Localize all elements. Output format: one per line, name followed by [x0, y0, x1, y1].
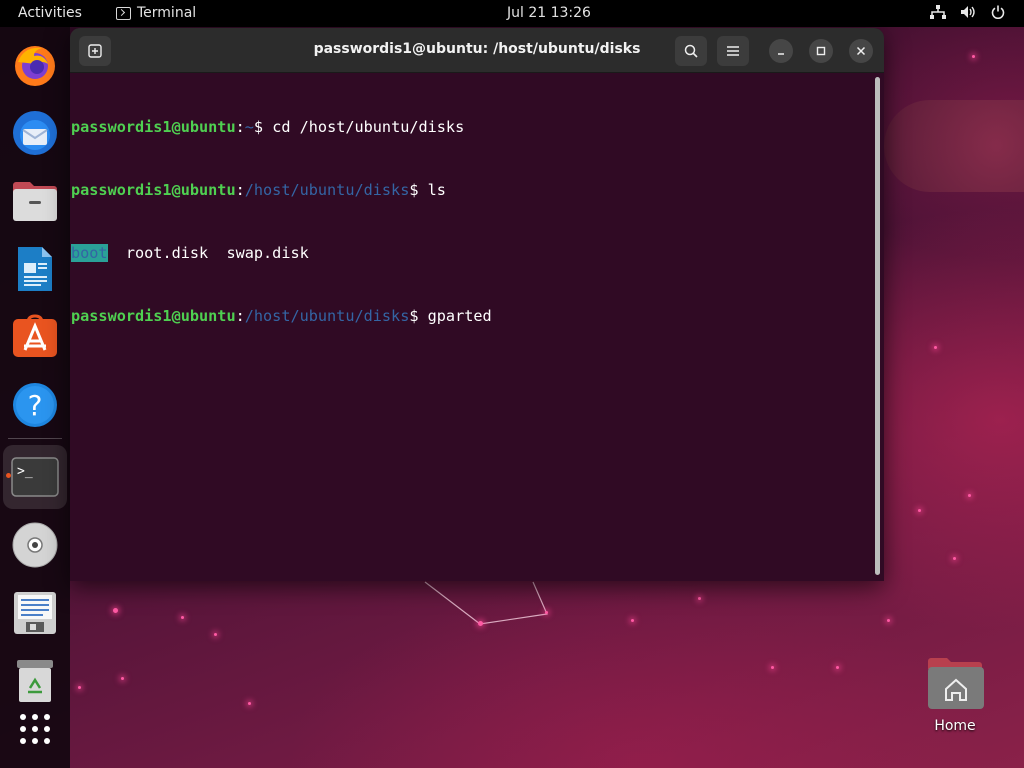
terminal-icon: >_	[11, 457, 59, 497]
terminal-line: passwordis1@ubuntu:/host/ubuntu/disks$ l…	[71, 180, 871, 201]
terminal-headerbar[interactable]: passwordis1@ubuntu: /host/ubuntu/disks	[70, 28, 884, 73]
dock-files[interactable]	[3, 169, 67, 233]
prompt-separator: :	[235, 118, 245, 136]
prompt-path: ~	[244, 118, 254, 136]
prompt-separator: :	[235, 181, 245, 199]
clock[interactable]: Jul 21 13:26	[507, 5, 591, 21]
search-button[interactable]	[675, 36, 707, 66]
minimize-icon	[778, 53, 784, 55]
help-icon: ?	[13, 383, 57, 427]
prompt-separator: :	[235, 307, 245, 325]
terminal-scrollbar[interactable]	[875, 77, 880, 575]
terminal-line: boot root.disk swap.disk	[71, 243, 871, 264]
dock: ? >_	[0, 27, 70, 768]
command-text: gparted	[427, 307, 492, 325]
search-icon	[684, 44, 698, 58]
terminal-line: passwordis1@ubuntu:/host/ubuntu/disks$ g…	[71, 306, 871, 327]
ls-entry-directory: boot	[71, 244, 108, 262]
thunderbird-icon	[13, 111, 57, 155]
terminal-window[interactable]: passwordis1@ubuntu: /host/ubuntu/disks p…	[70, 28, 884, 581]
ls-entry-file: root.disk	[125, 244, 209, 262]
prompt-symbol: $	[409, 181, 428, 199]
prompt-path: /host/ubuntu/disks	[244, 307, 410, 325]
software-icon	[13, 314, 57, 357]
activities-button[interactable]: Activities	[18, 5, 82, 21]
writer-icon	[18, 247, 52, 291]
app-menu-button[interactable]: Terminal	[116, 5, 196, 21]
close-button[interactable]	[849, 39, 873, 63]
terminal-output[interactable]: passwordis1@ubuntu:~$ cd /host/ubuntu/di…	[71, 75, 871, 575]
dock-text-editor[interactable]	[3, 581, 67, 645]
prompt-symbol: $	[409, 307, 428, 325]
terminal-line: passwordis1@ubuntu:~$ cd /host/ubuntu/di…	[71, 117, 871, 138]
prompt-user: passwordis1@ubuntu	[71, 181, 236, 199]
ls-entry-file: swap.disk	[226, 244, 309, 262]
dock-separator	[8, 438, 62, 439]
disc-icon	[12, 522, 58, 568]
dock-thunderbird[interactable]	[3, 101, 67, 165]
dock-help[interactable]: ?	[3, 373, 67, 437]
dock-firefox[interactable]	[3, 33, 67, 97]
menu-button[interactable]	[717, 36, 749, 66]
text-editor-icon	[14, 592, 56, 634]
app-grid-icon	[20, 714, 50, 744]
app-menu-label: Terminal	[137, 5, 197, 21]
top-bar: Activities Terminal Jul 21 13:26	[0, 0, 1024, 27]
maximize-button[interactable]	[809, 39, 833, 63]
home-folder-label[interactable]: Home	[915, 718, 995, 734]
dock-libreoffice-writer[interactable]	[3, 237, 67, 301]
dock-disc[interactable]	[3, 513, 67, 577]
show-applications-button[interactable]	[3, 697, 67, 761]
files-icon	[13, 182, 57, 221]
command-text: ls	[427, 181, 446, 199]
svg-text:?: ?	[28, 389, 43, 422]
prompt-user: passwordis1@ubuntu	[71, 307, 236, 325]
system-tray[interactable]	[930, 4, 1006, 20]
power-icon[interactable]	[990, 4, 1006, 20]
prompt-user: passwordis1@ubuntu	[71, 118, 236, 136]
home-folder-icon	[928, 658, 984, 709]
minimize-button[interactable]	[769, 39, 793, 63]
dock-ubuntu-software[interactable]	[3, 305, 67, 369]
dock-terminal[interactable]: >_	[3, 445, 67, 509]
running-indicator	[6, 473, 11, 478]
close-icon	[856, 46, 866, 56]
volume-icon[interactable]	[960, 4, 976, 20]
command-text: cd /host/ubuntu/disks	[272, 118, 465, 136]
prompt-symbol: $	[253, 118, 273, 136]
network-icon[interactable]	[930, 4, 946, 20]
firefox-icon	[15, 46, 55, 86]
maximize-icon	[816, 46, 826, 56]
hamburger-icon	[727, 46, 739, 56]
desktop-home-folder[interactable]	[924, 655, 986, 711]
terminal-small-icon	[116, 6, 131, 20]
svg-text:>_: >_	[17, 464, 33, 479]
prompt-path: /host/ubuntu/disks	[244, 181, 410, 199]
window-title: passwordis1@ubuntu: /host/ubuntu/disks	[313, 41, 641, 57]
